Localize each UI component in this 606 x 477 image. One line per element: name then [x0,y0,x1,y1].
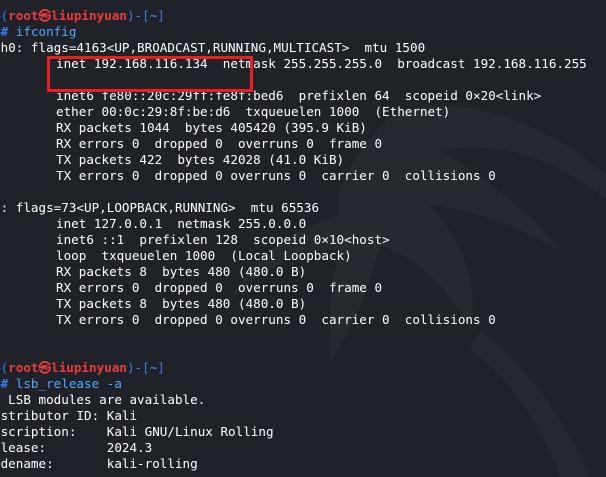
eth0-rx-packets: RX packets 1044 bytes 405420 (395.9 KiB) [56,120,367,135]
eth0-ether: ether 00:0c:29:8f:be:d6 txqueuelen 1000 … [56,104,451,119]
lsb-line: istributor ID: Kali [0,408,138,423]
lo-loop: loop txqueuelen 1000 (Local Loopback) [56,248,352,263]
prompt-line: —(root㉿liupinyuan)-[~] [0,8,165,23]
lo-inet: inet 127.0.0.1 netmask 255.0.0.0 [56,216,307,231]
command-line: —# ifconfig [0,24,77,39]
lsb-line: escription: Kali GNU/Linux Rolling [0,424,274,439]
inet-highlight-box [47,56,253,92]
lsb-line: odename: kali-rolling [0,456,198,471]
eth0-header: th0: flags=4163<UP,BROADCAST,RUNNING,MUL… [0,40,426,55]
lo-tx-packets: TX packets 8 bytes 480 (480.0 B) [56,296,307,311]
eth0-tx-packets: TX packets 422 bytes 42028 (41.0 KiB) [56,152,345,167]
lo-rx-packets: RX packets 8 bytes 480 (480.0 B) [56,264,307,279]
command-line: —# lsb_release -a [0,376,122,391]
lsb-line: elease: 2024.3 [0,440,153,455]
eth0-rx-errors: RX errors 0 dropped 0 overruns 0 frame 0 [56,136,383,151]
lo-tx-errors: TX errors 0 dropped 0 overruns 0 carrier… [56,312,496,327]
lo-inet6: inet6 ::1 prefixlen 128 scopeid 0×10<hos… [56,232,390,247]
lo-header: o: flags=73<UP,LOOPBACK,RUNNING> mtu 655… [0,200,320,215]
prompt-line: —(root㉿liupinyuan)-[~] [0,360,165,375]
eth0-tx-errors: TX errors 0 dropped 0 overruns 0 carrier… [56,168,496,183]
lsb-line: o LSB modules are available. [0,392,206,407]
lo-rx-errors: RX errors 0 dropped 0 overruns 0 frame 0 [56,280,383,295]
